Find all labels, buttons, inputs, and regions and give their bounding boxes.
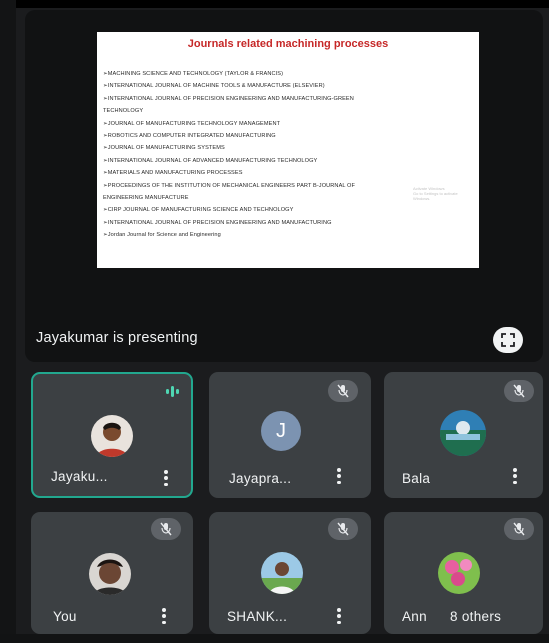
participant-tile[interactable]: Ann 8 others: [384, 512, 543, 634]
participant-tile[interactable]: You: [31, 512, 193, 634]
slide-title: Journals related machining processes: [187, 38, 389, 50]
participant-name: Ann: [402, 609, 427, 624]
avatar: J: [261, 411, 301, 451]
avatar: [91, 415, 133, 457]
avatar: [261, 552, 303, 594]
slide-list-item: ➢CIRP JOURNAL OF MANUFACTURING SCIENCE A…: [103, 207, 294, 214]
participant-name: Jayapra...: [229, 471, 292, 486]
presentation-stage[interactable]: Journals related machining processes ➢MA…: [25, 10, 543, 362]
slide-list-item: ➢INTERNATIONAL JOURNAL OF ADVANCED MANUF…: [103, 157, 318, 164]
slide-list-item: ➢MATERIALS AND MANUFACTURING PROCESSES: [103, 170, 243, 177]
slide-list-item: ➢INTERNATIONAL JOURNAL OF PRECISION ENGI…: [103, 219, 332, 226]
more-vert-icon[interactable]: [162, 608, 166, 624]
slide-list-item: TECHNOLOGY: [103, 108, 144, 115]
shared-slide: Journals related machining processes ➢MA…: [97, 32, 479, 268]
avatar: [89, 553, 131, 595]
mic-off-icon: [504, 380, 534, 402]
slide-list-item: ➢INTERNATIONAL JOURNAL OF PRECISION ENGI…: [103, 95, 354, 102]
slide-list-item: ➢ROBOTICS AND COMPUTER INTEGRATED MANUFA…: [103, 133, 276, 140]
left-edge: [0, 0, 16, 643]
mic-off-icon: [151, 518, 181, 540]
participant-name: Jayaku...: [51, 469, 108, 484]
fullscreen-button[interactable]: [493, 327, 523, 353]
mic-off-icon: [328, 380, 358, 402]
slide-list-item: ➢Jordan Journal for Science and Engineer…: [103, 232, 221, 239]
more-vert-icon[interactable]: [337, 468, 341, 484]
avatar: [438, 552, 480, 594]
watermark-line: Go to Settings to activate Windows.: [413, 191, 458, 201]
slide-list-item: ➢MACHINING SCIENCE AND TECHNOLOGY (TAYLO…: [103, 71, 284, 77]
participant-tile[interactable]: J Jayapra...: [209, 372, 371, 498]
presenter-label: Jayakumar is presenting: [36, 330, 198, 346]
more-vert-icon[interactable]: [513, 468, 517, 484]
participant-tile[interactable]: Jayaku...: [31, 372, 193, 498]
more-vert-icon[interactable]: [337, 608, 341, 624]
others-count[interactable]: 8 others: [450, 609, 501, 624]
participant-name: SHANK...: [227, 609, 288, 624]
more-vert-icon[interactable]: [164, 470, 168, 486]
participant-name: Bala: [402, 471, 431, 486]
participant-tile[interactable]: Bala: [384, 372, 543, 498]
bottom-edge: [0, 634, 549, 643]
audio-level-icon: [159, 382, 185, 400]
slide-list-item: ➢JOURNAL OF MANUFACTURING TECHNOLOGY MAN…: [103, 120, 281, 127]
participant-name: You: [53, 609, 77, 624]
fullscreen-icon: [501, 333, 515, 347]
slide-list-item: ➢JOURNAL OF MANUFACTURING SYSTEMS: [103, 145, 225, 152]
activation-watermark: Activate Windows Go to Settings to activ…: [413, 186, 475, 201]
slide-journal-list: ➢MACHINING SCIENCE AND TECHNOLOGY (TAYLO…: [103, 68, 473, 242]
top-bar: [0, 0, 549, 8]
mic-off-icon: [328, 518, 358, 540]
mic-off-icon: [504, 518, 534, 540]
avatar: [440, 410, 486, 456]
slide-list-item: ➢INTERNATIONAL JOURNAL OF MACHINE TOOLS …: [103, 83, 325, 90]
participant-tile[interactable]: SHANK...: [209, 512, 371, 634]
